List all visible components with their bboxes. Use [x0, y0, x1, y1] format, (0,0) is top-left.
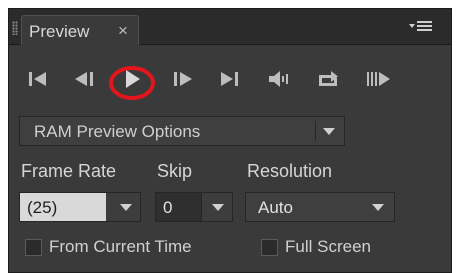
tab-preview[interactable]: Preview × — [21, 15, 139, 45]
full-screen-checkbox[interactable] — [261, 239, 278, 256]
resolution-select[interactable]: Auto — [245, 192, 395, 222]
preview-options-value: RAM Preview Options — [34, 122, 201, 141]
from-current-time-option[interactable]: From Current Time — [25, 237, 235, 259]
chevron-down-icon — [372, 204, 384, 211]
panel-tab-bar: Preview × — [9, 9, 451, 45]
mute-audio-button[interactable] — [262, 65, 296, 93]
resolution-value: Auto — [258, 198, 293, 217]
frame-rate-label: Frame Rate — [21, 161, 117, 181]
skip-value: 0 — [163, 198, 173, 217]
close-icon[interactable]: × — [118, 21, 128, 41]
play-button[interactable] — [115, 65, 149, 93]
transport-controls — [9, 45, 451, 107]
chevron-down-icon — [120, 204, 132, 211]
next-frame-button[interactable] — [164, 65, 198, 93]
previous-frame-button[interactable] — [69, 65, 103, 93]
preview-panel: Preview × RAM Preview Options Frame Rate… — [8, 8, 452, 273]
next-frame-icon — [174, 72, 192, 86]
tab-label: Preview — [29, 22, 90, 41]
full-screen-option[interactable]: Full Screen — [261, 237, 401, 259]
first-frame-icon — [29, 72, 46, 86]
last-frame-icon — [221, 72, 238, 86]
loop-icon — [319, 71, 338, 86]
play-icon — [126, 70, 140, 88]
previous-frame-icon — [75, 72, 93, 86]
loop-button[interactable] — [312, 65, 346, 93]
chevron-down-icon — [323, 128, 335, 135]
skip-label: Skip — [157, 161, 193, 181]
first-frame-button[interactable] — [21, 65, 55, 93]
from-current-time-checkbox[interactable] — [25, 239, 42, 256]
frame-rate-select[interactable]: (25) — [19, 192, 141, 222]
resolution-label: Resolution — [247, 161, 333, 181]
dropdown-divider — [315, 121, 316, 141]
full-screen-label: Full Screen — [285, 237, 371, 256]
chevron-down-icon — [212, 204, 224, 211]
ram-preview-icon — [367, 72, 390, 86]
frame-rate-value: (25) — [27, 198, 58, 217]
drag-grip-icon[interactable] — [12, 21, 18, 35]
speaker-icon — [269, 71, 288, 87]
preview-options-dropdown[interactable]: RAM Preview Options — [19, 116, 345, 146]
from-current-time-label: From Current Time — [49, 237, 192, 256]
panel-menu-icon[interactable] — [409, 19, 433, 35]
skip-select[interactable]: 0 — [155, 192, 233, 222]
last-frame-button[interactable] — [212, 65, 246, 93]
ram-preview-button[interactable] — [361, 65, 395, 93]
